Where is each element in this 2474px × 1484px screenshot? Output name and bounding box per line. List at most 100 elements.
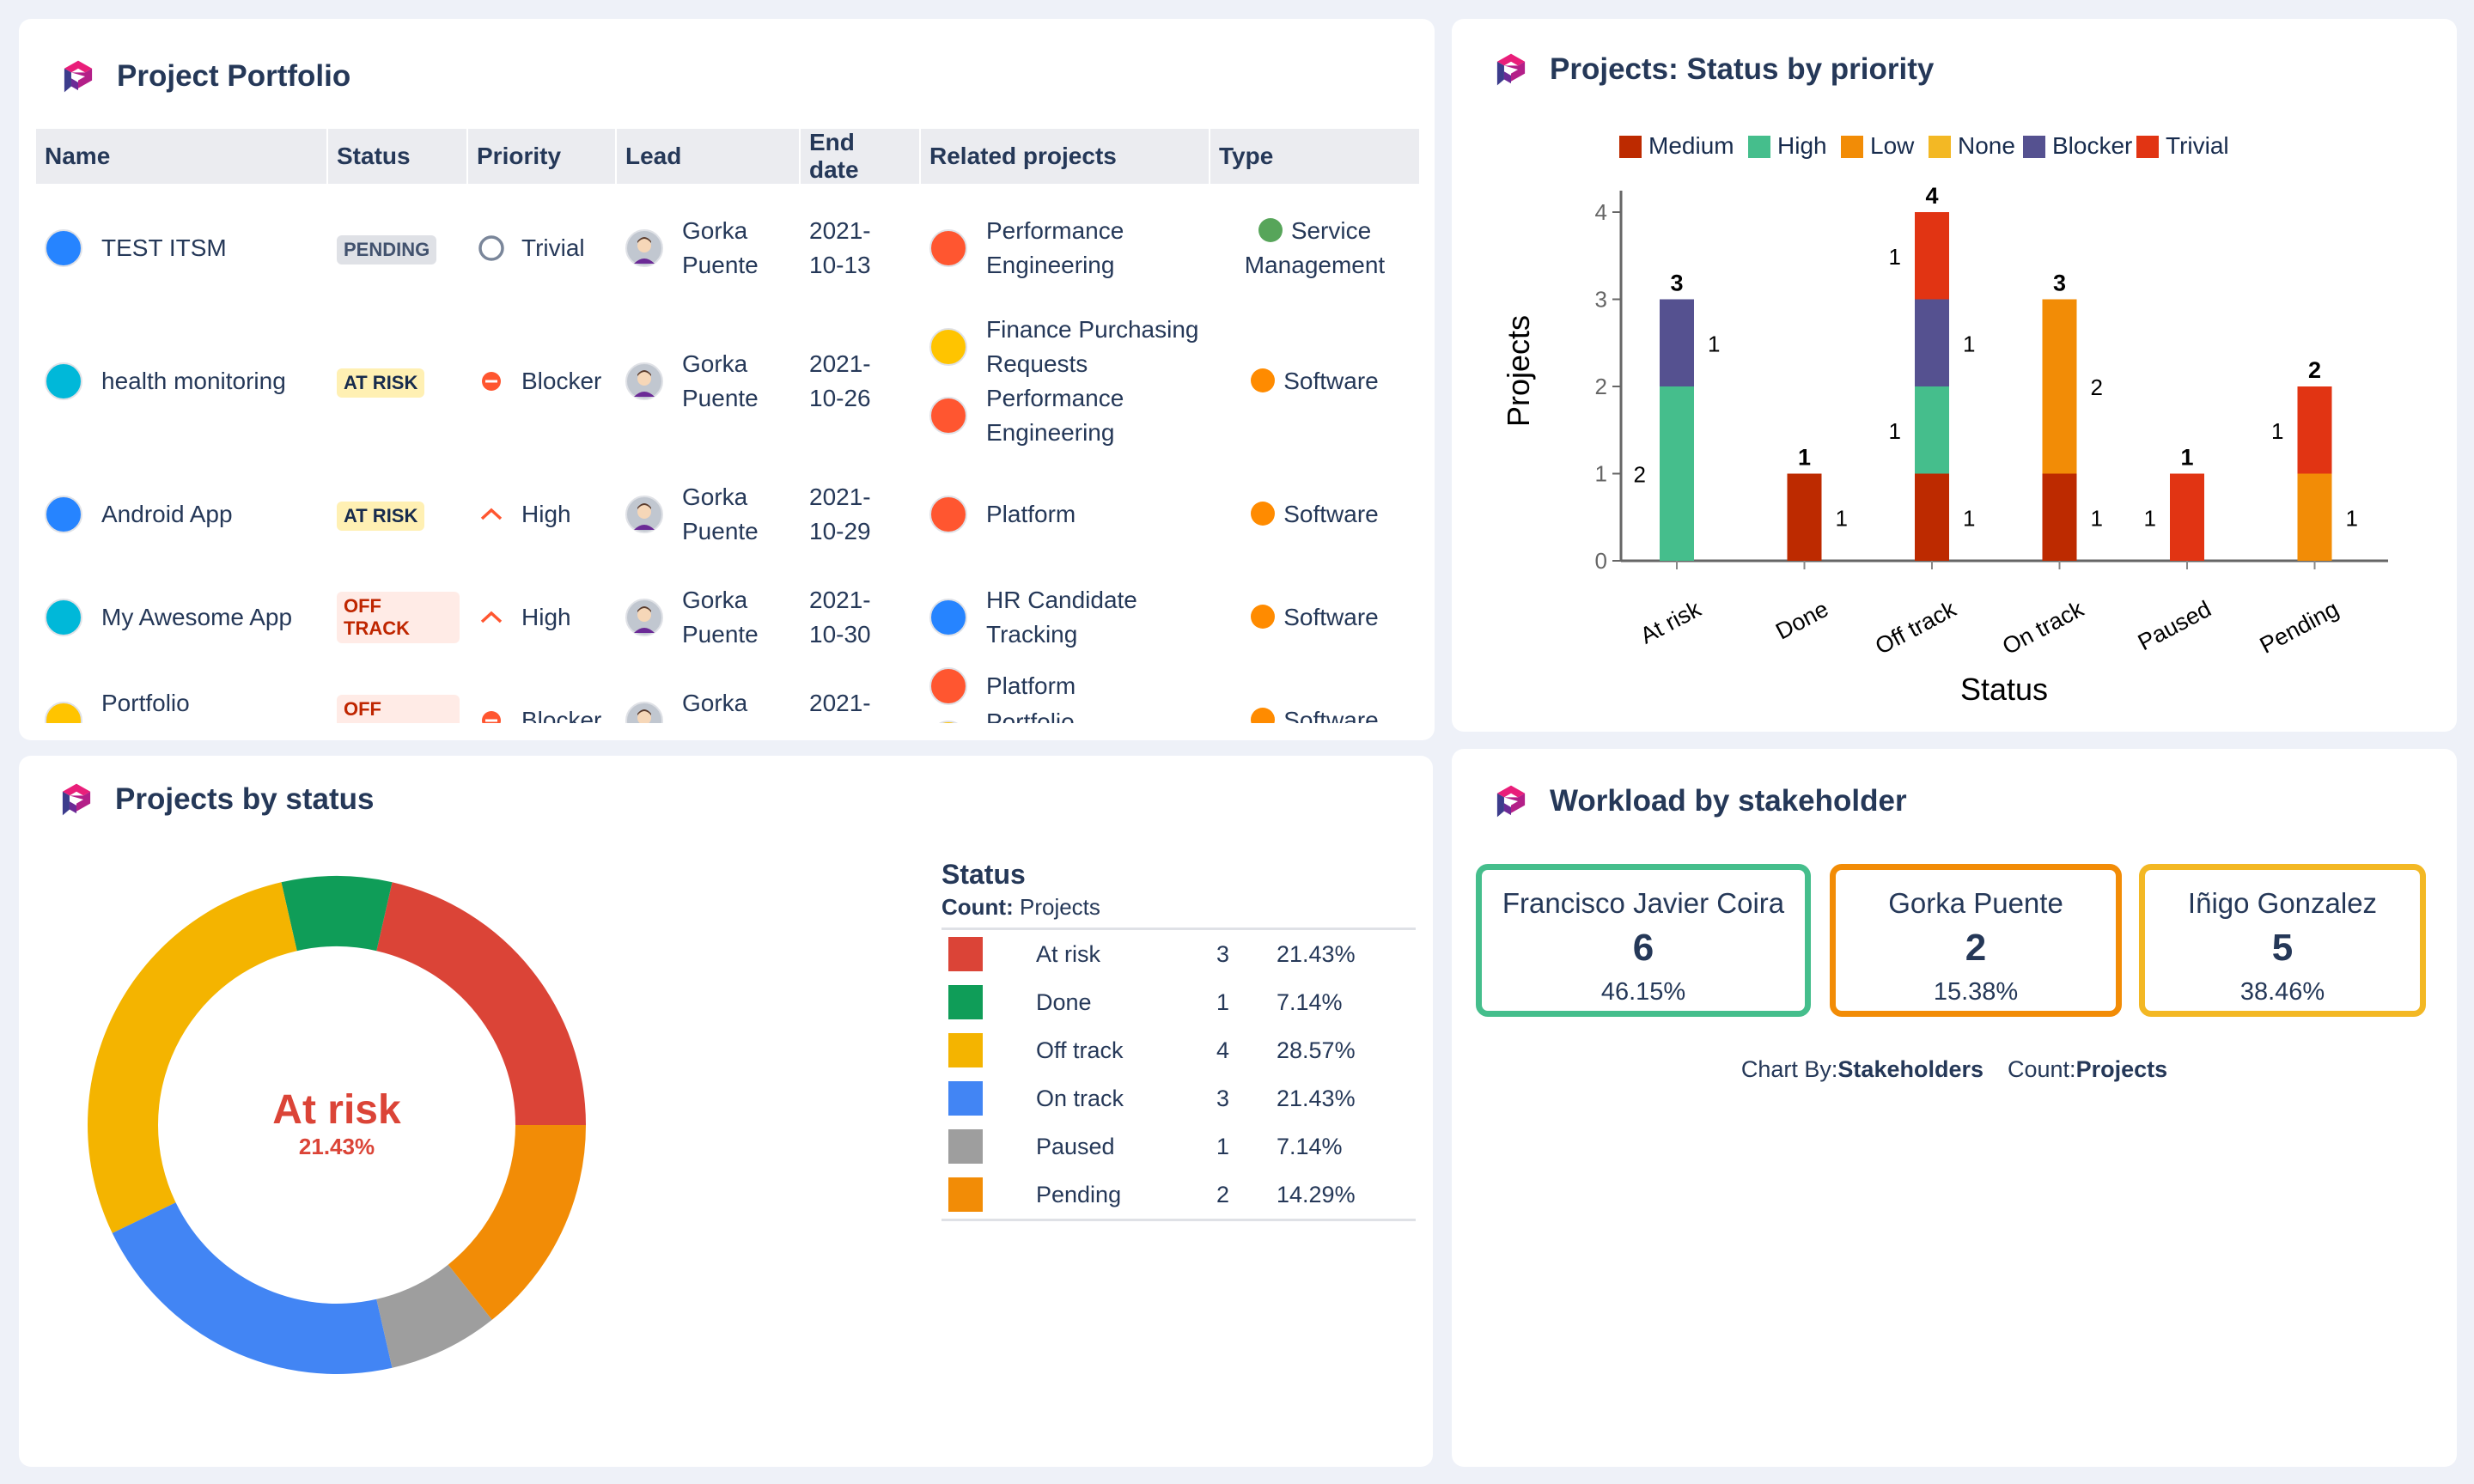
donut-slice[interactable] [87, 882, 297, 1233]
related-project-name: Platform [986, 669, 1076, 703]
table-row[interactable]: health monitoring AT RISK Blocker Gorka P… [36, 313, 1419, 450]
donut-slice[interactable] [281, 876, 393, 952]
lead-name-line: Puente [682, 385, 759, 411]
column-header[interactable]: Type [1210, 129, 1419, 184]
project-name[interactable]: Android App [101, 497, 233, 532]
priority-cell: High [468, 450, 617, 579]
lead-name[interactable]: GorkaPuente [682, 347, 759, 416]
workload-footer: Chart By:Stakeholders Count:Projects [1452, 1056, 2457, 1083]
project-name[interactable]: My Awesome App [101, 600, 292, 635]
legend-swatch [948, 1177, 983, 1212]
project-name[interactable]: TEST ITSM [101, 231, 227, 265]
status-by-priority-panel: Projects: Status by priority Medium High L… [1452, 19, 2457, 732]
workload-panel: Workload by stakeholder Francisco Javier… [1452, 749, 2457, 1467]
related-project[interactable]: Performance Engineering [929, 381, 1202, 450]
column-header[interactable]: Name [36, 129, 328, 184]
legend-percent: 21.43% [1277, 1085, 1356, 1111]
lead-name[interactable]: GorkaPuente [682, 583, 759, 652]
user-avatar-icon[interactable] [625, 496, 663, 533]
stakeholder-card[interactable]: Gorka Puente 2 15.38% [1830, 864, 2122, 1017]
user-avatar-icon[interactable] [625, 599, 663, 636]
column-header[interactable]: Related projects [921, 129, 1210, 184]
legend-row[interactable]: Paused 1 7.14% [941, 1122, 1416, 1171]
donut-slice[interactable] [112, 1202, 393, 1374]
bar-segment [2297, 386, 2332, 474]
table-row[interactable]: My Awesome App OFF TRACK High Gorka Puent… [36, 579, 1419, 656]
y-tick-label: 2 [1595, 374, 1607, 399]
user-avatar-icon[interactable] [625, 229, 663, 267]
lead-name-line: Gorka [682, 690, 748, 716]
sliders-avatar [929, 229, 967, 267]
y-tick-label: 4 [1595, 199, 1607, 225]
column-header[interactable]: Status [328, 129, 468, 184]
segment-value-label: 2 [2091, 374, 2103, 400]
legend-row[interactable]: Pending 2 14.29% [941, 1171, 1416, 1219]
status-cell: PENDING [328, 184, 468, 313]
column-header[interactable]: Priority [468, 129, 617, 184]
table-row[interactable]: Android App AT RISK High Gorka Puente 202… [36, 450, 1419, 579]
lead-name[interactable]: GorkaPuente [682, 480, 759, 549]
lead-name-line: Gorka [682, 484, 748, 510]
name-cell: My Awesome App [36, 579, 328, 656]
user-avatar-icon[interactable] [625, 362, 663, 400]
table-row[interactable]: PortfolioManagement OFF TRACK Blocker Go… [36, 656, 1419, 723]
y-axis-label: Projects [1501, 315, 1536, 427]
related-project[interactable]: PortfolioManagement [929, 705, 1202, 723]
bar-segment [1915, 386, 1949, 474]
donut-slice[interactable] [448, 1125, 586, 1320]
end-date-line: 2021- [809, 350, 871, 377]
related-project[interactable]: HR Candidate Tracking [929, 583, 1202, 652]
legend-count: 3 [1216, 940, 1230, 967]
donut-slice[interactable] [376, 882, 586, 1125]
bar-total-label: 3 [2053, 271, 2066, 296]
lead-cell: Gorka Puente [617, 184, 801, 313]
priority-label: High [521, 604, 571, 630]
legend-row[interactable]: At risk 3 21.43% [941, 930, 1416, 978]
table-row[interactable]: TEST ITSM PENDING Trivial Gorka Puente 20… [36, 184, 1419, 313]
lead-name[interactable]: GorkaPuente [682, 686, 759, 723]
end-date-cell: 2021- 10-13 [801, 184, 921, 313]
column-header[interactable]: Lead [617, 129, 801, 184]
lead-name[interactable]: GorkaPuente [682, 214, 759, 283]
legend-row[interactable]: Done 1 7.14% [941, 978, 1416, 1026]
end-date-cell: 2021- 10-26 [801, 313, 921, 450]
related-project-name-line: Tracking [986, 621, 1078, 648]
user-avatar-icon[interactable] [625, 702, 663, 723]
priority-cell: Blocker [468, 313, 617, 450]
stakeholder-card[interactable]: Francisco Javier Coira 6 46.15% [1476, 864, 1811, 1017]
legend-swatch [948, 1033, 983, 1067]
legend-row[interactable]: On track 3 21.43% [941, 1074, 1416, 1122]
legend-percent: 28.57% [1277, 1037, 1356, 1063]
bar-total-label: 2 [2308, 357, 2321, 383]
portfolio-table-scroll[interactable]: Name Status Priority Lead End date Related pr… [36, 129, 1419, 723]
related-project[interactable]: Performance Engineering [929, 214, 1202, 283]
related-project[interactable]: Finance Purchasing Requests [929, 313, 1202, 381]
app-logo-icon [1496, 785, 1526, 818]
donut-chart: At risk21.43% [87, 876, 586, 1374]
lead-name-line: Puente [682, 252, 759, 278]
legend-label: Done [1036, 988, 1092, 1015]
end-date-cell: 2021-10-31 [801, 656, 921, 723]
related-project[interactable]: Platform [929, 496, 1202, 533]
related-project-name: HR Candidate Tracking [986, 583, 1137, 652]
x-axis-label: Status [1960, 672, 2048, 707]
stakeholder-count: 5 [2271, 927, 2294, 969]
related-project-name-line: HR Candidate [986, 587, 1137, 613]
column-header[interactable]: End date [801, 129, 921, 184]
legend-label: Trivial [2166, 132, 2229, 159]
status-cell: OFF TRACK [328, 656, 468, 723]
legend-count: 3 [1216, 1085, 1230, 1111]
legend-label: Blocker [2052, 132, 2132, 159]
legend-swatch [1841, 136, 1863, 158]
legend-label: On track [1036, 1085, 1124, 1111]
related-project-name-line: Engineering [986, 419, 1115, 446]
project-name[interactable]: health monitoring [101, 364, 286, 398]
bar-total-label: 1 [2180, 445, 2193, 471]
name-cell: health monitoring [36, 313, 328, 450]
legend-row[interactable]: Off track 4 28.57% [941, 1026, 1416, 1074]
priority-cell: Blocker [468, 656, 617, 723]
status-badge: AT RISK [337, 502, 425, 531]
related-project[interactable]: Platform [929, 667, 1202, 705]
project-name[interactable]: PortfolioManagement [101, 686, 241, 723]
stakeholder-card[interactable]: Iñigo Gonzalez 5 38.46% [2139, 864, 2426, 1017]
